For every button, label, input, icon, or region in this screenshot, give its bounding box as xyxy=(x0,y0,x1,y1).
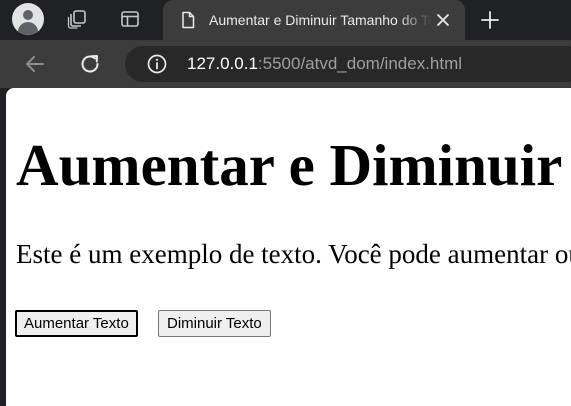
reload-icon[interactable] xyxy=(78,52,102,76)
active-tab[interactable]: Aumentar e Diminuir Tamanho do Texto xyxy=(163,0,465,40)
page-viewport: Aumentar e Diminuir Tamanho do Texto Est… xyxy=(6,88,571,406)
document-icon xyxy=(182,11,195,29)
url-text[interactable]: 127.0.0.1:5500/atvd_dom/index.html xyxy=(187,54,462,74)
tab-strip: Aumentar e Diminuir Tamanho do Texto xyxy=(0,0,571,40)
back-arrow-icon[interactable] xyxy=(23,52,47,76)
page-title: Aumentar e Diminuir Tamanho do Texto xyxy=(16,132,571,198)
new-tab-icon[interactable] xyxy=(479,9,501,31)
address-bar[interactable]: 127.0.0.1:5500/atvd_dom/index.html xyxy=(125,46,571,82)
url-host: 127.0.0.1 xyxy=(187,54,258,73)
close-icon[interactable] xyxy=(434,11,452,29)
profile-avatar-icon[interactable] xyxy=(12,3,44,35)
decrease-text-button[interactable]: Diminuir Texto xyxy=(158,310,271,337)
browser-toolbar: 127.0.0.1:5500/atvd_dom/index.html xyxy=(0,40,571,88)
sample-paragraph: Este é um exemplo de texto. Você pode au… xyxy=(16,239,571,269)
tab-groups-icon[interactable] xyxy=(67,9,87,29)
tab-search-icon[interactable] xyxy=(120,9,140,29)
url-path: :5500/atvd_dom/index.html xyxy=(257,54,463,73)
increase-text-button[interactable]: Aumentar Texto xyxy=(15,310,138,337)
info-icon[interactable] xyxy=(146,53,168,75)
tab-title: Aumentar e Diminuir Tamanho do Texto xyxy=(209,12,431,28)
